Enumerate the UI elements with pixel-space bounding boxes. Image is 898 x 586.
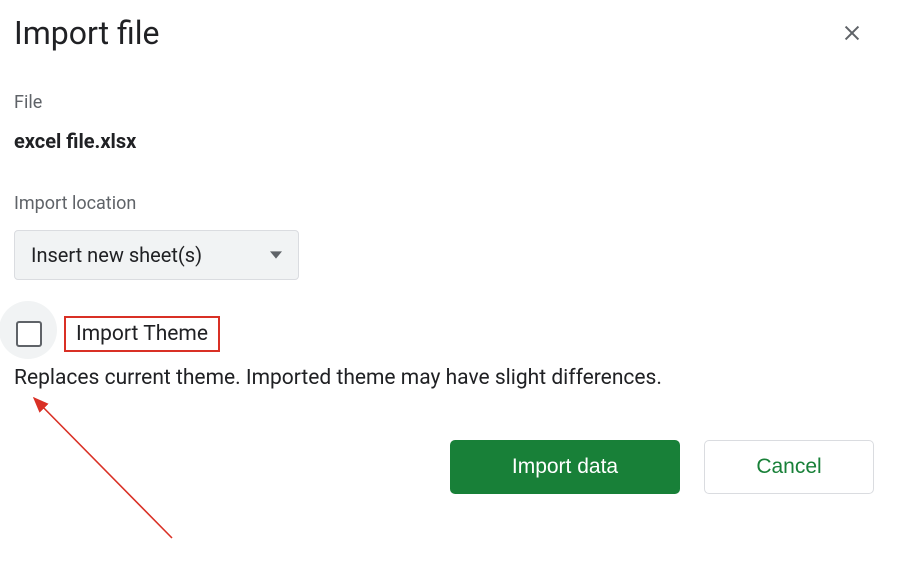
close-icon	[841, 22, 863, 44]
file-label: File	[14, 92, 884, 113]
import-theme-description: Replaces current theme. Imported theme m…	[14, 366, 884, 390]
import-data-button[interactable]: Import data	[450, 440, 680, 494]
file-name: excel file.xlsx	[14, 129, 884, 153]
caret-down-icon	[270, 246, 282, 265]
cancel-button[interactable]: Cancel	[704, 440, 874, 494]
import-theme-checkbox[interactable]	[16, 321, 42, 347]
dialog-button-row: Import data Cancel	[14, 440, 884, 494]
dialog-header: Import file	[14, 14, 884, 52]
import-theme-row: Import Theme	[14, 316, 884, 352]
import-location-label: Import location	[14, 193, 884, 214]
close-button[interactable]	[840, 21, 864, 45]
dropdown-selected-value: Insert new sheet(s)	[31, 243, 202, 267]
import-location-dropdown[interactable]: Insert new sheet(s)	[14, 230, 299, 280]
annotation-highlight-box: Import Theme	[64, 316, 220, 352]
dialog-title: Import file	[14, 14, 160, 52]
import-theme-label: Import Theme	[76, 322, 208, 346]
